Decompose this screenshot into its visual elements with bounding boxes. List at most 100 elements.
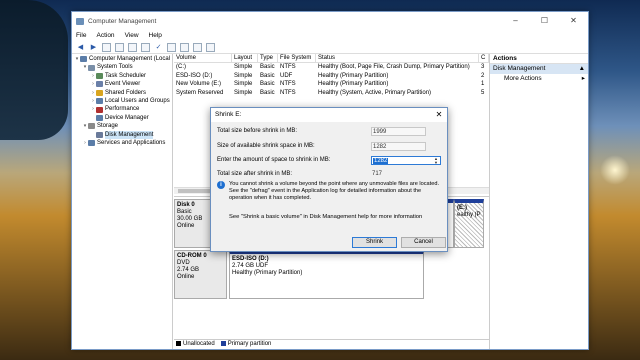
spinner-icon[interactable]: ▲ ▼ <box>433 157 439 165</box>
folder-icon[interactable] <box>180 42 189 52</box>
tree-item[interactable]: Device Manager <box>72 114 172 122</box>
info-message: i You cannot shrink a volume beyond the … <box>217 181 443 202</box>
tree-item[interactable]: Disk Management <box>72 130 172 139</box>
shrink-button[interactable]: Shrink <box>352 237 397 248</box>
volume-cell: System Reserved <box>176 89 224 96</box>
cancel-button[interactable]: Cancel <box>401 237 446 248</box>
total-size-label: Total size before shrink in MB: <box>217 128 298 134</box>
size-after-label: Total size after shrink in MB: <box>217 171 293 177</box>
legend: Unallocated Primary partition <box>174 339 489 349</box>
volume-cell: Simple <box>234 64 253 70</box>
close-button[interactable]: ✕ <box>559 12 588 30</box>
tree-item[interactable]: ▾ Storage <box>72 122 172 130</box>
menu-view[interactable]: View <box>125 32 139 39</box>
partition-block[interactable]: (E:) ealthy (P <box>454 199 484 248</box>
background-tree <box>0 0 68 140</box>
pane-icon[interactable] <box>141 42 150 52</box>
tree-node-icon <box>80 56 87 63</box>
disk-info[interactable]: CD-ROM 0 DVD 2.74 GB Online <box>174 250 227 299</box>
partition-block[interactable]: ESD-ISO (D:) 2.74 GB UDF Healthy (Primary … <box>229 250 424 299</box>
tree-node-icon <box>96 98 103 105</box>
tree-item[interactable]: › Performance <box>72 105 172 113</box>
legend-swatch <box>176 341 181 347</box>
shrink-amount-input[interactable]: 1282 ▲ ▼ <box>371 156 441 165</box>
show-tree-icon[interactable] <box>102 42 111 52</box>
column-header[interactable]: Volume <box>174 54 232 62</box>
tree-item[interactable]: › Services and Applications <box>72 139 172 147</box>
toolbar: ◀ ▶ ✓ <box>72 41 588 54</box>
volume-cell: 2 <box>481 72 485 79</box>
tree-item[interactable]: ▾ Computer Management (Local <box>72 55 172 63</box>
dialog-title: Shrink E: <box>215 111 242 118</box>
maximize-button[interactable]: ☐ <box>530 12 559 30</box>
volume-cell: Basic <box>260 64 275 70</box>
actions-pane: Actions Disk Management ▲ More Actions ▸ <box>489 54 588 349</box>
check-icon[interactable]: ✓ <box>154 43 163 52</box>
back-arrow-icon[interactable]: ◀ <box>76 43 85 52</box>
column-header[interactable]: C <box>479 54 489 62</box>
column-header[interactable]: Status <box>316 54 479 62</box>
volume-row[interactable]: ESD-ISO (D:) Simple Basic UDF Healthy (Prima… <box>174 72 489 81</box>
legend-item: Unallocated <box>176 341 215 348</box>
volume-cell: Healthy (Boot, Page File, Crash Dump, Pr… <box>318 64 470 70</box>
shrink-dialog: Shrink E: ✕ Total size before shrink in … <box>210 107 448 252</box>
dialog-close-icon[interactable]: ✕ <box>431 108 447 122</box>
minimize-button[interactable]: – <box>501 12 530 30</box>
column-header[interactable]: Type <box>258 54 278 62</box>
tree-node-icon <box>96 114 103 121</box>
volume-cell: Healthy (Primary Partition) <box>318 81 389 87</box>
volume-cell: 3 <box>481 64 485 70</box>
actions-header: Actions <box>490 54 588 64</box>
tree-item[interactable]: ▾ System Tools <box>72 63 172 71</box>
volume-row[interactable]: New Volume (E:) Simple Basic NTFS Healthy (P… <box>174 80 489 89</box>
rescan-icon[interactable] <box>167 42 176 52</box>
volume-cell: NTFS <box>280 89 296 96</box>
background-sun <box>600 155 630 185</box>
forward-arrow-icon[interactable]: ▶ <box>89 43 98 52</box>
volume-cell: Basic <box>260 89 275 96</box>
volume-cell: Simple <box>234 89 253 96</box>
volume-cell: (C:) <box>176 64 186 70</box>
tree-node-icon <box>96 131 103 138</box>
tree-node-icon <box>96 81 103 88</box>
available-space-label: Size of available shrink space in MB: <box>217 143 315 149</box>
column-header[interactable]: Layout <box>232 54 258 62</box>
info-icon: i <box>217 181 225 189</box>
navigation-tree: ▾ Computer Management (Local ▾ System Tools… <box>72 54 173 349</box>
tree-node-icon <box>96 106 103 113</box>
disk-icon[interactable] <box>193 42 202 52</box>
volume-cell: New Volume (E:) <box>176 81 222 87</box>
volume-cell: UDF <box>280 72 293 79</box>
menu-action[interactable]: Action <box>96 32 114 39</box>
volume-row[interactable]: System Reserved Simple Basic NTFS Healthy (S… <box>174 89 489 98</box>
tree-node-icon <box>96 72 103 79</box>
menu-file[interactable]: File <box>76 32 86 39</box>
tree-node-icon <box>96 89 103 96</box>
menu-help[interactable]: Help <box>149 32 162 39</box>
actions-section-disk-management[interactable]: Disk Management ▲ <box>490 64 588 74</box>
help-icon[interactable] <box>128 42 137 52</box>
tree-item[interactable]: › Task Scheduler <box>72 72 172 80</box>
total-size-value: 1999 <box>371 127 426 136</box>
volume-cell: Basic <box>260 72 275 79</box>
list-icon[interactable] <box>206 42 215 52</box>
more-actions-item[interactable]: More Actions ▸ <box>490 74 588 84</box>
tree-item[interactable]: › Event Viewer <box>72 80 172 88</box>
tree-item[interactable]: › Local Users and Groups <box>72 97 172 105</box>
dialog-title-bar: Shrink E: ✕ <box>211 108 447 122</box>
volume-row[interactable]: (C:) Simple Basic NTFS Healthy (Boot, Page F… <box>174 63 489 72</box>
tree-item[interactable]: › Shared Folders <box>72 89 172 97</box>
legend-item: Primary partition <box>220 341 271 348</box>
collapse-icon: ▲ <box>578 65 585 72</box>
column-header[interactable]: File System <box>278 54 316 62</box>
volume-cell: 1 <box>481 81 485 87</box>
volume-cell: Healthy (System, Active, Primary Partiti… <box>318 89 432 96</box>
volume-cell: 5 <box>481 89 485 96</box>
volume-cell: Simple <box>234 81 253 87</box>
menu-bar: File Action View Help <box>72 30 588 41</box>
volume-cell: Basic <box>260 81 275 87</box>
properties-icon[interactable] <box>115 42 124 52</box>
window-title: Computer Management <box>88 17 157 25</box>
title-bar: Computer Management – ☐ ✕ <box>72 12 588 30</box>
help-text: See "Shrink a basic volume" in Disk Mana… <box>229 214 423 220</box>
